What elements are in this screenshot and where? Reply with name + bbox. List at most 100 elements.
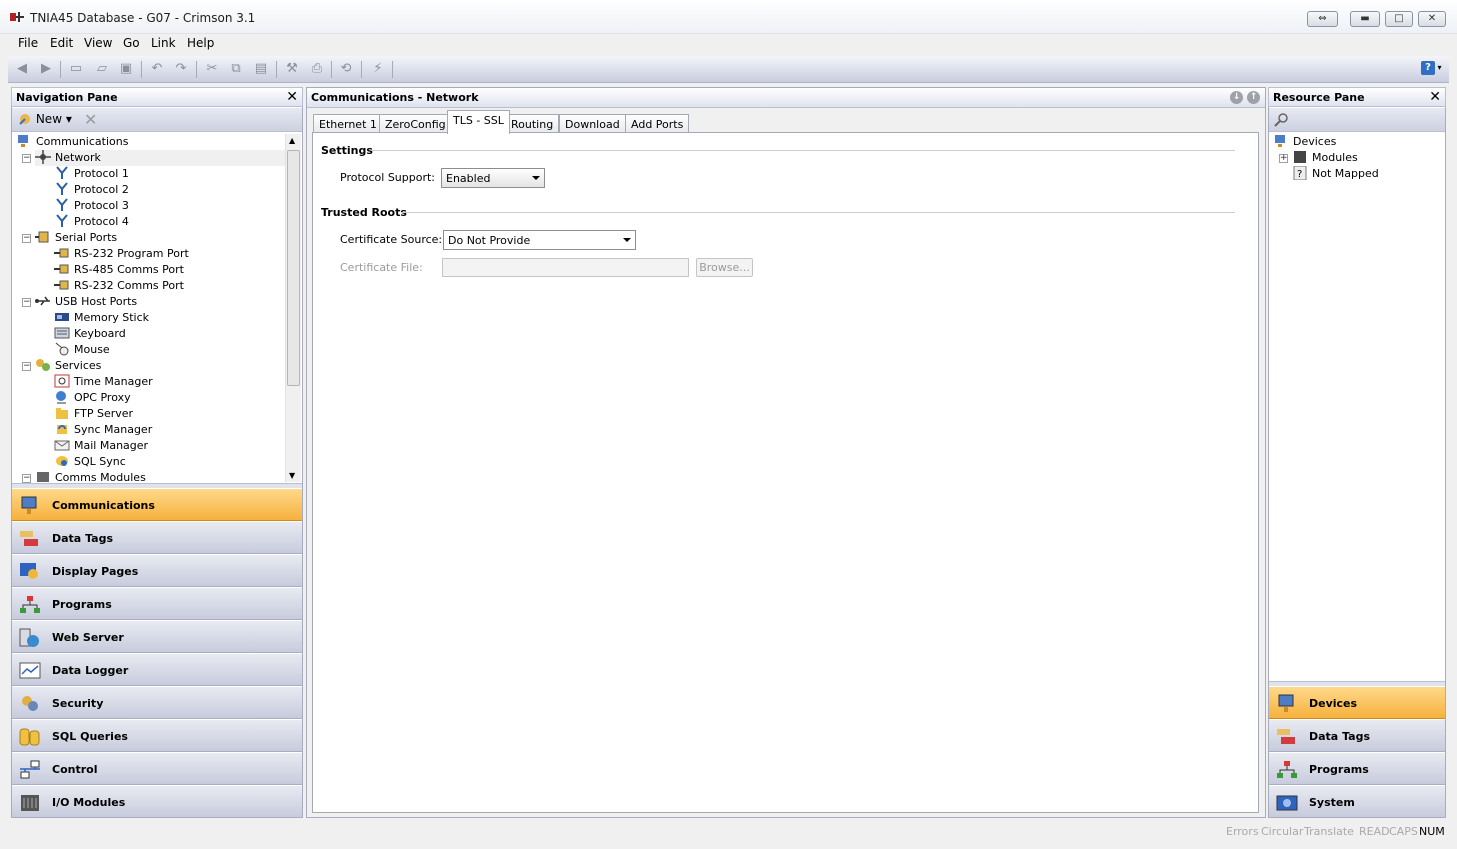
collapse-toggle[interactable]: − (22, 154, 31, 163)
tree-item-rs232-comms-port[interactable]: RS-232 Comms Port (54, 278, 184, 294)
new-file-icon[interactable]: ▭ (68, 61, 84, 77)
tree-item-sync-manager[interactable]: Sync Manager (54, 422, 152, 438)
tree-item-mail-manager[interactable]: Mail Manager (54, 438, 148, 454)
collapse-toggle[interactable]: − (22, 298, 31, 307)
minimize-button[interactable]: ▬ (1350, 11, 1380, 27)
menu-view[interactable]: View (84, 36, 112, 50)
link-icon[interactable]: ⟲ (338, 61, 354, 77)
paste-icon[interactable]: ▤ (253, 61, 269, 77)
category-control[interactable]: Control (12, 752, 302, 785)
category-data-logger[interactable]: Data Logger (12, 653, 302, 686)
forward-icon[interactable]: ▶ (38, 61, 54, 77)
tab-download[interactable]: Download (559, 114, 626, 133)
close-button[interactable]: ✕ (1418, 11, 1446, 27)
save-icon[interactable]: ▣ (118, 61, 134, 77)
cut-icon[interactable]: ✂ (204, 61, 220, 77)
send-icon[interactable]: ⚡ (370, 61, 386, 77)
tree-item-protocol-3[interactable]: Protocol 3 (54, 198, 129, 214)
category-devices[interactable]: Devices (1269, 686, 1445, 719)
category-security[interactable]: Security (12, 686, 302, 719)
print-icon[interactable]: ⎙ (309, 61, 325, 77)
resource-item-not-mapped[interactable]: ? Not Mapped (1292, 166, 1379, 182)
delete-icon[interactable]: ✕ (84, 110, 97, 129)
tree-item-ftp-server[interactable]: FTP Server (54, 406, 133, 422)
services-icon (36, 359, 50, 371)
menu-help[interactable]: Help (187, 36, 214, 50)
expand-toggle[interactable]: + (1279, 154, 1288, 163)
tab-routing[interactable]: Routing (505, 114, 560, 133)
tree-item-usb-host-ports[interactable]: USB Host Ports (35, 294, 137, 310)
menu-go[interactable]: Go (123, 36, 140, 50)
tab-add-ports[interactable]: Add Ports (625, 114, 690, 133)
menu-link[interactable]: Link (151, 36, 176, 50)
navigation-scrollbar[interactable]: ▲ ▼ (285, 134, 301, 482)
tree-item-communications[interactable]: Communications (16, 134, 128, 150)
tree-item-rs232-program-port[interactable]: RS-232 Program Port (54, 246, 189, 262)
navigation-toolbar: New ▾ ✕ (12, 108, 302, 132)
scroll-up-icon[interactable]: ▲ (289, 136, 295, 145)
tree-item-protocol-4[interactable]: Protocol 4 (54, 214, 129, 230)
toolbar-separator (141, 61, 142, 78)
copy-icon[interactable]: ⧉ (228, 61, 244, 77)
restore-layout-button[interactable]: ⇔ (1307, 11, 1338, 27)
resource-item-modules[interactable]: Modules (1292, 150, 1358, 166)
certificate-source-dropdown[interactable]: Do Not Provide (443, 230, 636, 250)
tree-item-network[interactable]: Network (35, 150, 285, 166)
status-circular: Circular (1261, 825, 1304, 838)
help-button[interactable]: ? ▾ (1421, 60, 1443, 78)
category-data-tags[interactable]: Data Tags (1269, 719, 1445, 752)
certificate-file-field[interactable] (442, 258, 689, 277)
next-arrow-icon[interactable]: ↓ (1230, 91, 1243, 104)
scroll-down-icon[interactable]: ▼ (289, 471, 295, 480)
collapse-toggle[interactable]: − (22, 234, 31, 243)
collapse-toggle[interactable]: − (22, 474, 31, 483)
tools-icon[interactable]: ⚒ (284, 61, 300, 77)
comms-modules-icon (37, 472, 49, 482)
category-display-pages[interactable]: Display Pages (12, 554, 302, 587)
tree-item-protocol-2[interactable]: Protocol 2 (54, 182, 129, 198)
toolbar-separator (60, 61, 61, 78)
category-system[interactable]: System (1269, 785, 1445, 818)
scroll-thumb[interactable] (287, 150, 300, 386)
tree-item-protocol-1[interactable]: Protocol 1 (54, 166, 129, 182)
category-web-server[interactable]: Web Server (12, 620, 302, 653)
protocol-support-dropdown[interactable]: Enabled (441, 168, 545, 188)
undo-icon[interactable]: ↶ (149, 61, 165, 77)
tree-item-rs485-comms-port[interactable]: RS-485 Comms Port (54, 262, 184, 278)
category-io-modules[interactable]: I/O Modules (12, 785, 302, 818)
open-folder-icon[interactable]: ▱ (94, 61, 110, 77)
tree-item-mouse[interactable]: Mouse (54, 342, 110, 358)
tree-item-services[interactable]: Services (35, 358, 101, 374)
redo-icon[interactable]: ↷ (173, 61, 189, 77)
category-sql-queries[interactable]: SQL Queries (12, 719, 302, 752)
browse-button[interactable]: Browse... (696, 258, 753, 277)
tree-item-comms-modules[interactable]: Comms Modules (35, 470, 146, 484)
category-programs[interactable]: Programs (12, 587, 302, 620)
tree-item-sql-sync[interactable]: SQL Sync (54, 454, 126, 470)
close-pane-icon[interactable]: ✕ (1429, 89, 1441, 105)
search-icon[interactable] (1273, 112, 1289, 128)
tree-item-memory-stick[interactable]: Memory Stick (54, 310, 149, 326)
tree-item-keyboard[interactable]: Keyboard (54, 326, 126, 342)
tree-item-opc-proxy[interactable]: OPC Proxy (54, 390, 131, 406)
resource-item-devices[interactable]: Devices (1273, 134, 1336, 150)
tree-item-time-manager[interactable]: Time Manager (54, 374, 153, 390)
category-communications[interactable]: Communications (12, 488, 302, 521)
maximize-button[interactable]: □ (1385, 11, 1413, 27)
usb-icon (35, 296, 50, 306)
new-button[interactable]: New ▾ (18, 112, 72, 126)
close-pane-icon[interactable]: ✕ (286, 89, 298, 105)
previous-arrow-icon[interactable]: ↑ (1247, 91, 1260, 104)
tree-item-serial-ports[interactable]: Serial Ports (35, 230, 117, 246)
menu-edit[interactable]: Edit (50, 36, 73, 50)
category-programs[interactable]: Programs (1269, 752, 1445, 785)
tab-tls-ssl[interactable]: TLS - SSL (447, 110, 510, 134)
menu-file[interactable]: File (18, 36, 38, 50)
category-data-tags[interactable]: Data Tags (12, 521, 302, 554)
tls-ssl-page: Settings Protocol Support: Enabled Trust… (312, 132, 1259, 813)
tab-zeroconfig[interactable]: ZeroConfig (379, 114, 452, 133)
collapse-toggle[interactable]: − (22, 362, 31, 371)
tab-ethernet-1[interactable]: Ethernet 1 (313, 114, 383, 133)
back-icon[interactable]: ◀ (14, 61, 30, 77)
data-logger-icon (19, 662, 41, 679)
